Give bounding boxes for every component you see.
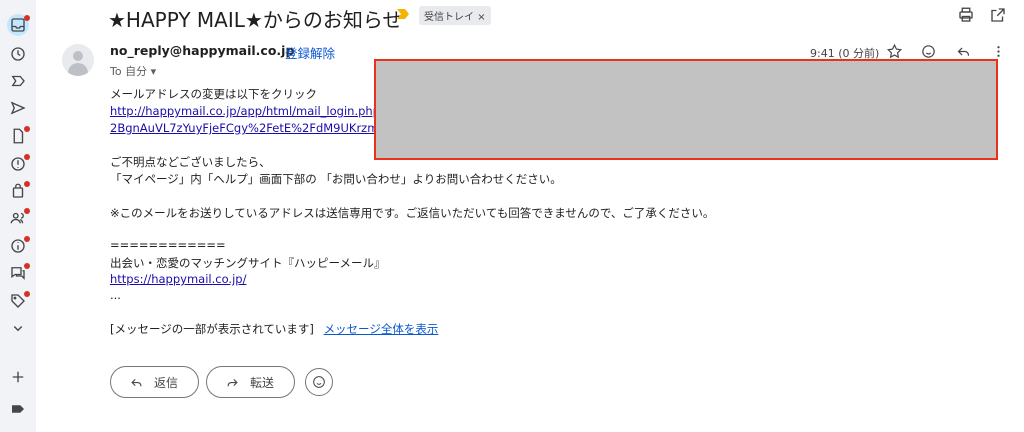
print-icon[interactable] [957, 6, 975, 24]
body-text: 「マイページ」内「ヘルプ」画面下部の 「お問い合わせ」よりお問い合わせください。 [110, 172, 562, 186]
left-rail [0, 0, 36, 432]
email-subject: ★HAPPY MAIL★からのお知らせ [108, 8, 403, 32]
send-icon[interactable] [7, 97, 29, 119]
clock-icon[interactable] [7, 43, 29, 65]
label-chip-text: 受信トレイ [424, 12, 474, 23]
body-text: ※このメールをお送りしているアドレスは送信専用です。ご返信いただいても回答できま… [110, 206, 715, 220]
redaction-box [374, 59, 998, 160]
emoji-reaction-button[interactable] [305, 368, 333, 396]
body-text: 出会い・恋愛のマッチングサイト『ハッピーメール』 [110, 256, 386, 270]
recipient-label: To 自分 [110, 65, 148, 78]
label-icon[interactable] [7, 398, 29, 420]
login-link-cont[interactable]: 2BgnAuVL7zYuyFjeFCgy%2FetE%2FdM9UKrzmnS8 [110, 121, 400, 135]
body-text: メールアドレスの変更は以下をクリック [110, 87, 317, 101]
clipped-notice: [メッセージの一部が表示されています] メッセージ全体を表示 [110, 321, 438, 337]
spam-badge [24, 154, 30, 160]
clipped-text: [メッセージの一部が表示されています] [110, 322, 314, 336]
sender-email[interactable]: no_reply@happymail.co.jp [110, 43, 294, 58]
sender-avatar [62, 44, 94, 76]
label-chip: 受信トレイ × [419, 6, 491, 25]
reply-button[interactable]: 返信 [110, 366, 199, 398]
divider-text: ============ [110, 238, 226, 252]
draft-badge [24, 126, 30, 132]
forward-icon [227, 378, 238, 386]
emoji-icon [313, 376, 325, 388]
unsubscribe-link[interactable]: 登録解除 [285, 43, 335, 62]
info-badge [24, 236, 30, 242]
ellipsis-text[interactable]: ... [110, 288, 121, 302]
forward-label: 転送 [250, 375, 275, 390]
reply-label: 返信 [154, 375, 179, 390]
unread-badge [24, 15, 30, 21]
body-text: ご不明点などございましたら、 [110, 155, 271, 169]
plus-icon[interactable] [7, 366, 29, 388]
label-important-icon[interactable] [7, 70, 29, 92]
view-full-message-link[interactable]: メッセージ全体を表示 [324, 322, 439, 336]
reply-icon [131, 378, 142, 386]
site-link[interactable]: https://happymail.co.jp/ [110, 272, 246, 286]
label-chip-close[interactable]: × [477, 12, 485, 23]
shopping-badge [24, 181, 30, 187]
contacts-badge [24, 208, 30, 214]
caret-down-icon: ▾ [150, 65, 157, 78]
forward-button[interactable]: 転送 [206, 366, 295, 398]
forum-badge [24, 263, 30, 269]
recipient-dropdown[interactable]: To 自分 ▾ [110, 63, 156, 79]
tag-badge [24, 291, 30, 297]
open-in-new-icon[interactable] [989, 6, 1007, 24]
chevron-down-icon[interactable] [7, 317, 29, 339]
importance-marker-icon[interactable] [397, 9, 409, 19]
